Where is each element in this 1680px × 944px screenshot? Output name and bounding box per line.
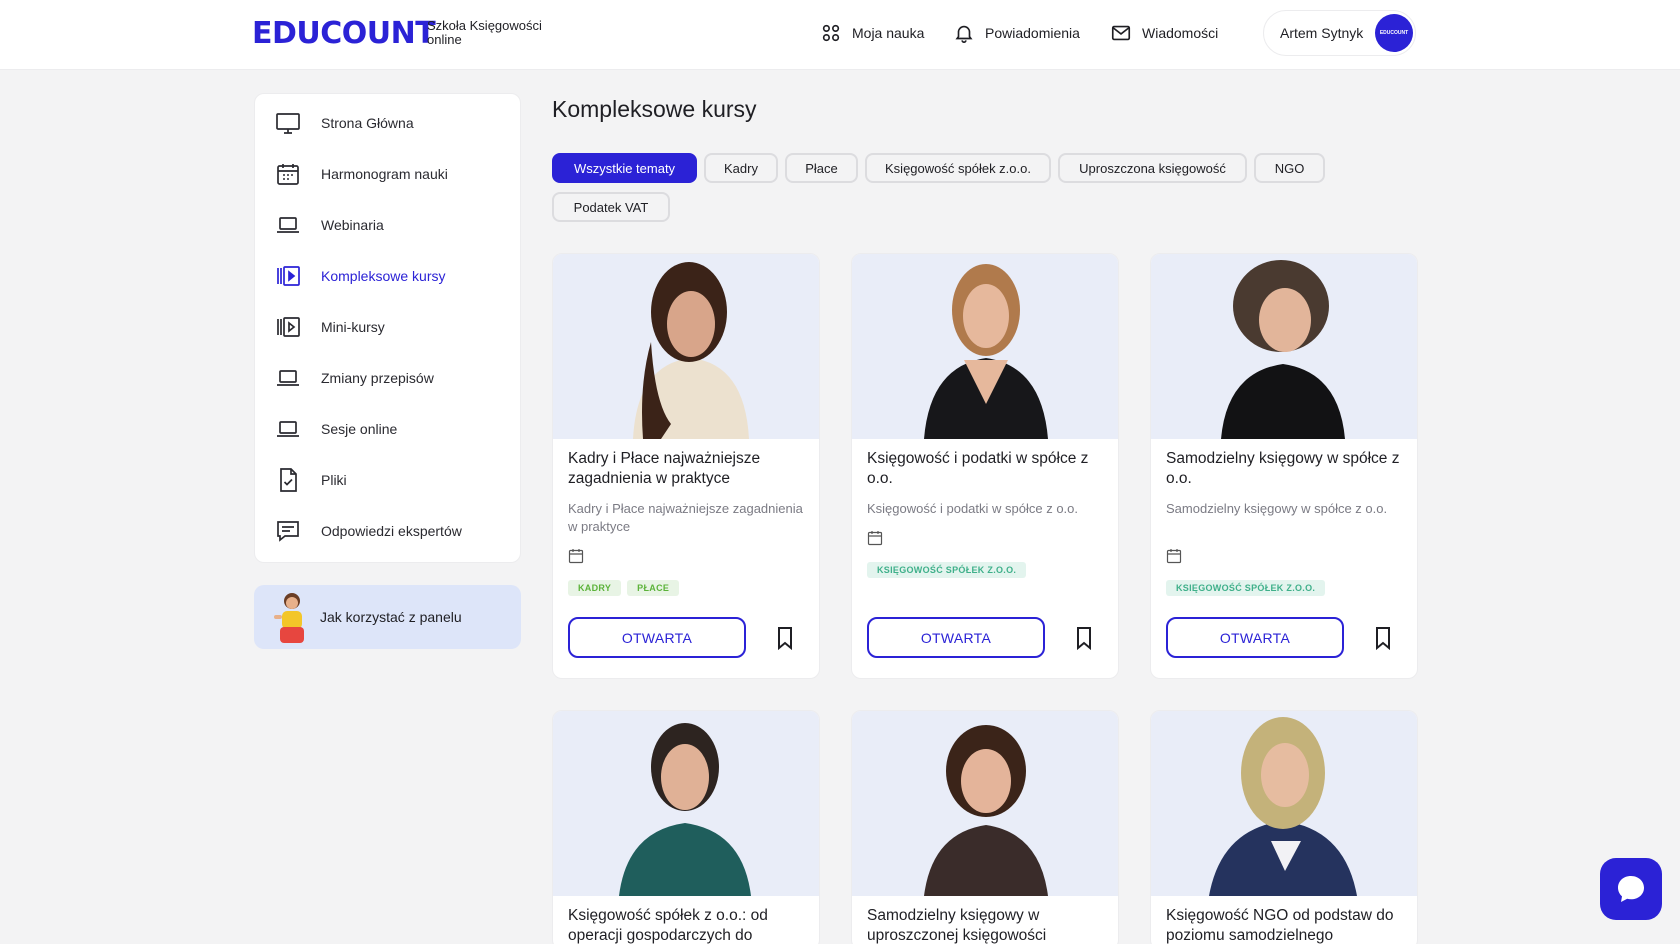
course-photo (553, 711, 819, 896)
sidebar-item-sesje-online[interactable]: Sesje online (275, 416, 397, 442)
sidebar-item-kompleksowe-kursy[interactable]: Kompleksowe kursy (275, 263, 446, 289)
course-card: Kadry i Płace najważniejsze zagadnienia … (552, 253, 820, 679)
sidebar-item-zmiany-przepisow[interactable]: Zmiany przepisów (275, 365, 434, 391)
filter-chip-wszystkie-tematy[interactable]: Wszystkie tematy (552, 153, 697, 183)
sidebar: Strona Główna Harmonogram nauki Webinari… (254, 93, 521, 563)
course-title[interactable]: Samodzielny księgowy w spółce z o.o. (1166, 449, 1406, 489)
course-subtitle: Samodzielny księgowy w spółce z o.o. (1166, 501, 1388, 516)
logo[interactable]: EDUCOUNT (252, 16, 436, 51)
video-library-icon (277, 266, 300, 286)
sidebar-item-harmonogram[interactable]: Harmonogram nauki (275, 161, 448, 187)
file-check-icon (280, 468, 297, 492)
filter-chip-place[interactable]: Płace (785, 153, 858, 183)
sidebar-item-label: Strona Główna (321, 115, 414, 131)
instructor-photo-icon (619, 723, 751, 896)
sidebar-item-label: Webinaria (321, 217, 384, 233)
page-title: Kompleksowe kursy (552, 96, 757, 122)
laptop-icon (277, 421, 299, 437)
sidebar-item-label: Sesje online (321, 421, 398, 437)
open-course-button[interactable]: OTWARTA (1166, 617, 1344, 658)
sidebar-item-mini-kursy[interactable]: Mini-kursy (275, 314, 385, 340)
nav-wiadomosci[interactable]: Wiadomości (1110, 22, 1218, 44)
course-card: Księgowość NGO od podstaw do poziomu sam… (1150, 710, 1418, 944)
sidebar-item-pliki[interactable]: Pliki (275, 467, 347, 493)
course-subtitle: Księgowość i podatki w spółce z o.o. (867, 501, 1078, 516)
help-panel-button[interactable]: Jak korzystać z panelu (254, 585, 521, 649)
tag-list: KADRY PŁACE (568, 580, 680, 596)
logo-subtitle: Szkoła Księgowości online (427, 18, 542, 47)
sidebar-item-strona-glowna[interactable]: Strona Główna (275, 110, 414, 136)
sidebar-item-webinaria[interactable]: Webinaria (275, 212, 384, 238)
course-photo (1151, 711, 1417, 896)
instructor-photo-icon (924, 264, 1048, 439)
nav-label: Wiadomości (1142, 25, 1219, 41)
calendar-icon (867, 531, 883, 546)
apps-icon (822, 24, 840, 42)
nav-label: Powiadomienia (985, 25, 1080, 41)
tag-list: KSIĘGOWOŚĆ SPÓŁEK Z.O.O. (867, 562, 1027, 578)
course-title[interactable]: Kadry i Płace najważniejsze zagadnienia … (568, 449, 808, 489)
sidebar-item-odpowiedzi-ekspertow[interactable]: Odpowiedzi ekspertów (275, 518, 462, 544)
calendar-icon (568, 549, 584, 564)
course-card: Samodzielny księgowy w uproszczonej księ… (851, 710, 1119, 944)
course-title[interactable]: Księgowość spółek z o.o.: od operacji go… (568, 906, 808, 944)
filter-chip-kadry[interactable]: Kadry (704, 153, 778, 183)
filter-chip-ngo[interactable]: NGO (1254, 153, 1325, 183)
sidebar-item-label: Harmonogram nauki (321, 166, 448, 182)
nav-moja-nauka[interactable]: Moja nauka (820, 22, 924, 44)
chat-icon (277, 521, 299, 542)
bookmark-icon[interactable] (775, 626, 795, 650)
bell-icon (955, 25, 973, 43)
sidebar-item-label: Zmiany przepisów (321, 370, 434, 386)
avatar: EDUCOUNT (1375, 14, 1413, 52)
nav-label: Moja nauka (852, 25, 925, 41)
filter-chip-podatek-vat[interactable]: Podatek VAT (552, 192, 670, 222)
course-photo (852, 254, 1118, 439)
video-library-icon (277, 317, 300, 337)
filter-chip-uproszczona-ksiegowosc[interactable]: Uproszczona księgowość (1058, 153, 1247, 183)
tag-place: PŁACE (627, 580, 680, 596)
course-title[interactable]: Samodzielny księgowy w uproszczonej księ… (867, 906, 1107, 944)
calendar-icon (277, 164, 299, 185)
top-header: EDUCOUNT Szkoła Księgowości online Moja … (0, 0, 1680, 70)
instructor-photo-icon (924, 725, 1048, 896)
course-title[interactable]: Księgowość NGO od podstaw do poziomu sam… (1166, 906, 1406, 944)
tag-list: KSIĘGOWOŚĆ SPÓŁEK Z.O.O. (1166, 580, 1326, 596)
chat-bubble-icon (1618, 876, 1644, 902)
monitor-icon (276, 113, 300, 134)
instructor-photo-icon (1221, 260, 1345, 439)
instructor-photo-icon (1209, 717, 1357, 896)
bookmark-icon[interactable] (1074, 626, 1094, 650)
tag-kadry: KADRY (568, 580, 622, 596)
open-course-button[interactable]: OTWARTA (568, 617, 746, 658)
course-photo (852, 711, 1118, 896)
nav-powiadomienia[interactable]: Powiadomienia (953, 22, 1080, 44)
chat-widget-button[interactable] (1600, 858, 1662, 920)
laptop-icon (277, 370, 299, 386)
sidebar-item-label: Kompleksowe kursy (321, 268, 446, 284)
sidebar-item-label: Pliki (321, 472, 347, 488)
help-label: Jak korzystać z panelu (320, 609, 462, 625)
person-illustration-icon (274, 593, 304, 643)
course-subtitle: Kadry i Płace najważniejsze zagadnienia … (568, 501, 803, 534)
sidebar-item-label: Odpowiedzi ekspertów (321, 523, 462, 539)
course-title[interactable]: Księgowość i podatki w spółce z o.o. (867, 449, 1107, 489)
course-card: Samodzielny księgowy w spółce z o.o. Sam… (1150, 253, 1418, 679)
bookmark-icon[interactable] (1373, 626, 1393, 650)
user-menu[interactable]: Artem Sytnyk EDUCOUNT (1263, 10, 1416, 56)
instructor-photo-icon (633, 262, 749, 439)
tag-ksiegowosc-spolek: KSIĘGOWOŚĆ SPÓŁEK Z.O.O. (867, 562, 1027, 578)
tag-ksiegowosc-spolek: KSIĘGOWOŚĆ SPÓŁEK Z.O.O. (1166, 580, 1326, 596)
course-card: Księgowość i podatki w spółce z o.o. Ksi… (851, 253, 1119, 679)
user-name: Artem Sytnyk (1280, 25, 1364, 41)
sidebar-item-label: Mini-kursy (321, 319, 385, 335)
course-photo (1151, 254, 1417, 439)
course-card: Księgowość spółek z o.o.: od operacji go… (552, 710, 820, 944)
laptop-icon (277, 217, 299, 233)
filter-chip-ksiegowosc-spolek[interactable]: Księgowość spółek z.o.o. (865, 153, 1051, 183)
open-course-button[interactable]: OTWARTA (867, 617, 1045, 658)
calendar-icon (1166, 549, 1182, 564)
course-photo (553, 254, 819, 439)
mail-icon (1111, 25, 1131, 41)
